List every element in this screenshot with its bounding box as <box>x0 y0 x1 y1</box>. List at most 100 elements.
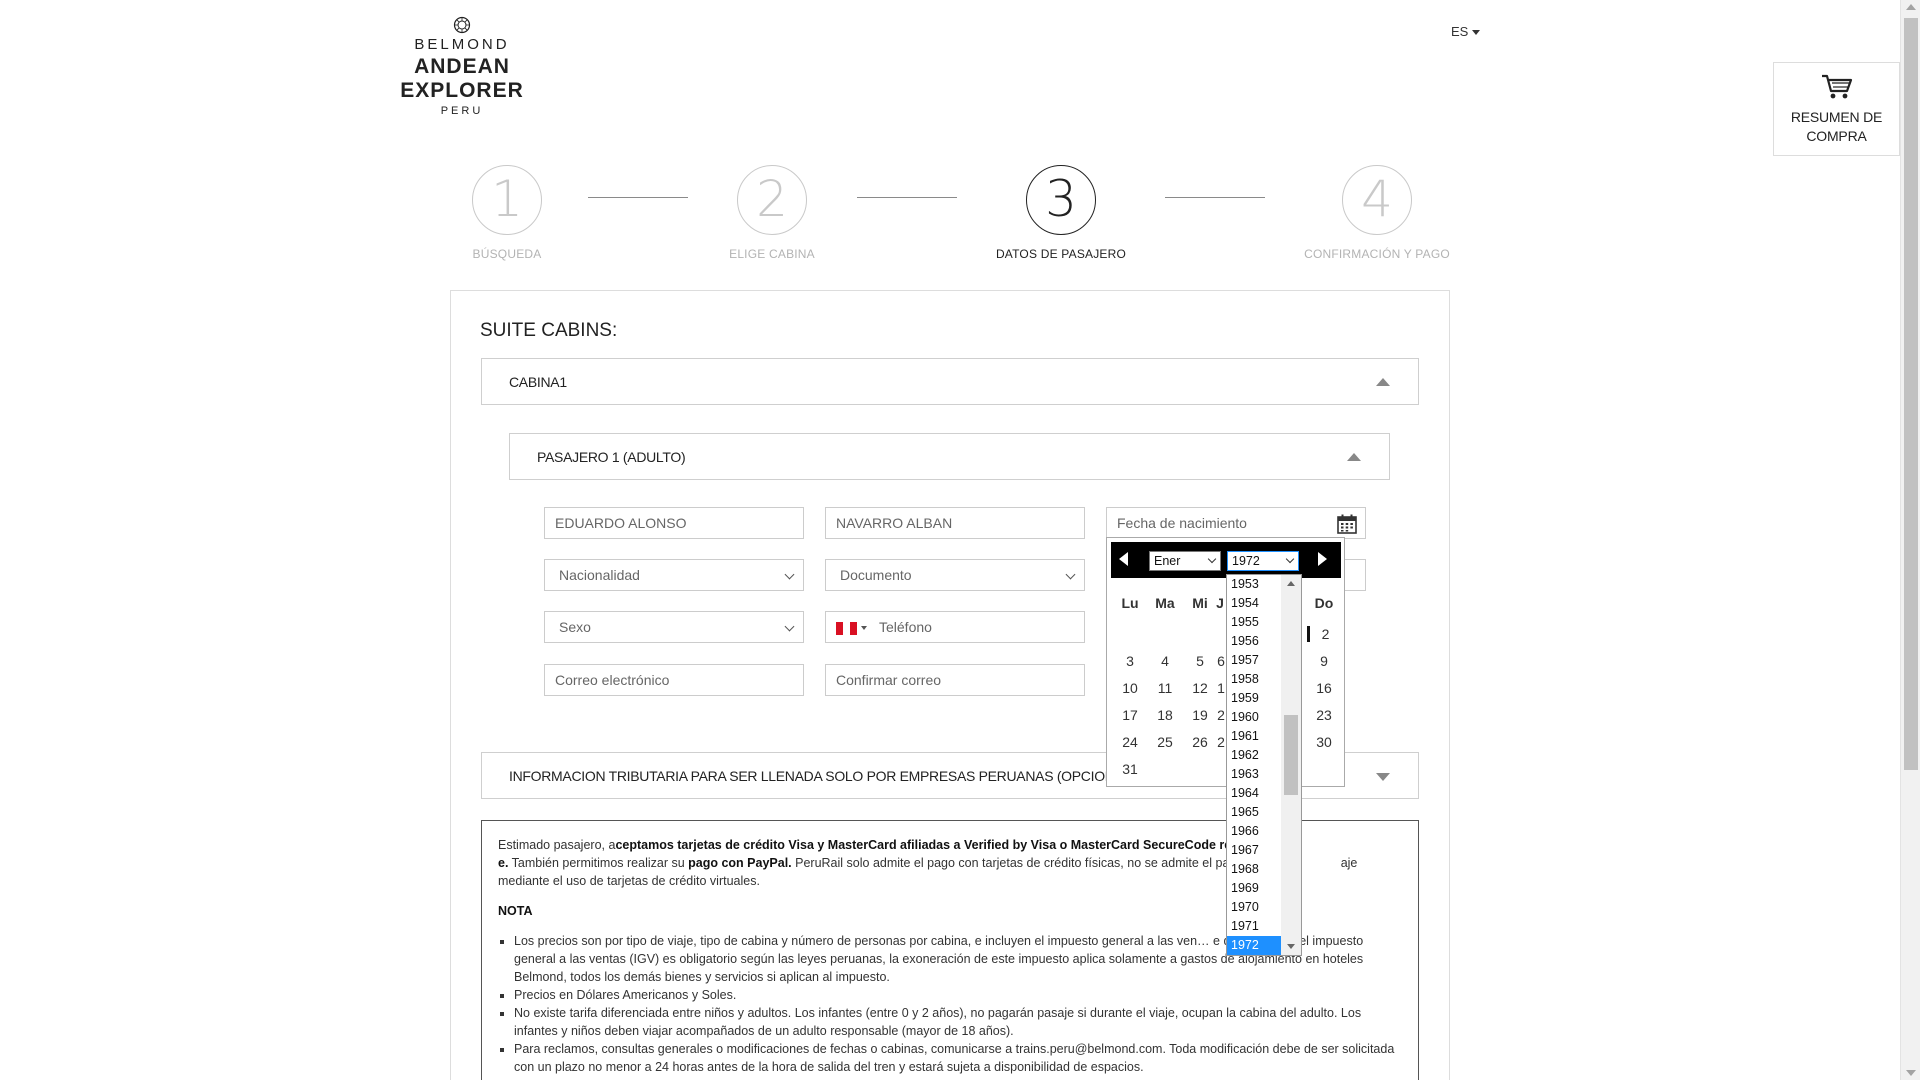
calendar-day[interactable]: 3 <box>1113 653 1147 669</box>
scroll-down-arrow[interactable] <box>1287 944 1295 949</box>
step-label: CONFIRMACIÓN Y PAGO <box>1304 247 1450 261</box>
phone-field[interactable]: Teléfono <box>825 611 1085 643</box>
step-datos-pasajero[interactable]: 3 DATOS DE PASAJERO <box>961 165 1161 261</box>
year-list-scrollbar[interactable] <box>1281 575 1301 955</box>
notice-text: Estimado pasajero, a <box>498 838 616 852</box>
year-option[interactable]: 1960 <box>1227 708 1281 727</box>
prev-month-icon[interactable] <box>1119 552 1128 566</box>
passenger-accordion[interactable]: PASAJERO 1 (ADULTO) <box>509 433 1390 480</box>
next-month-icon[interactable] <box>1318 552 1327 566</box>
nationality-value: Nacionalidad <box>559 567 640 583</box>
year-option[interactable]: 1965 <box>1227 803 1281 822</box>
month-value: Ener <box>1154 554 1181 568</box>
calendar-day[interactable]: 25 <box>1148 734 1182 750</box>
year-option[interactable]: 1972 <box>1227 936 1281 955</box>
email-field[interactable]: Correo electrónico <box>544 664 804 696</box>
year-option[interactable]: 1963 <box>1227 765 1281 784</box>
calendar-icon[interactable] <box>1337 514 1357 534</box>
first-name-value: EDUARDO ALONSO <box>555 515 687 531</box>
year-option[interactable]: 1966 <box>1227 822 1281 841</box>
year-option[interactable]: 1959 <box>1227 689 1281 708</box>
purchase-summary-button[interactable]: RESUMEN DE COMPRA <box>1773 62 1900 156</box>
calendar-day[interactable]: 30 <box>1307 734 1341 750</box>
calendar-day[interactable]: 2 <box>1307 626 1341 642</box>
calendar-day[interactable]: 9 <box>1307 653 1341 669</box>
calendar-day[interactable]: 24 <box>1113 734 1147 750</box>
calendar-day[interactable]: 12 <box>1183 680 1217 696</box>
step-number: 4 <box>1342 165 1412 235</box>
language-label: ES <box>1451 24 1469 39</box>
caret-down-icon[interactable] <box>861 626 867 631</box>
calendar-day[interactable]: 18 <box>1148 707 1182 723</box>
email-placeholder: Correo electrónico <box>555 672 670 688</box>
note-item: No existe tarifa diferenciada entre niño… <box>514 1004 1402 1040</box>
brand-line1: BELMOND <box>414 36 510 53</box>
expand-triangle-icon[interactable] <box>1376 772 1390 781</box>
scroll-up-arrow[interactable] <box>1906 4 1916 10</box>
year-option[interactable]: 1967 <box>1227 841 1281 860</box>
tax-info-title: INFORMACION TRIBUTARIA PARA SER LLENADA … <box>509 767 1136 784</box>
scroll-down-arrow[interactable] <box>1906 1070 1916 1076</box>
notice-bold: pago con PayPal. <box>688 856 792 870</box>
year-option[interactable]: 1971 <box>1227 917 1281 936</box>
year-dropdown-list[interactable]: 1953 1954 1955 1956 1957 1958 1959 1960 1961 1962… <box>1226 574 1302 956</box>
calendar-day[interactable]: 16 <box>1307 680 1341 696</box>
datepicker-header: Ener 1972 <box>1111 542 1341 578</box>
document-select[interactable]: Documento <box>825 559 1085 591</box>
calendar-day[interactable]: 19 <box>1183 707 1217 723</box>
year-option[interactable]: 1953 <box>1227 575 1281 594</box>
calendar-day[interactable]: 17 <box>1113 707 1147 723</box>
year-option[interactable]: 1956 <box>1227 632 1281 651</box>
scroll-up-arrow[interactable] <box>1287 581 1295 586</box>
calendar-day[interactable]: 23 <box>1307 707 1341 723</box>
confirm-email-field[interactable]: Confirmar correo <box>825 664 1085 696</box>
year-option[interactable]: 1958 <box>1227 670 1281 689</box>
nationality-select[interactable]: Nacionalidad <box>544 559 804 591</box>
month-select[interactable]: Ener <box>1149 551 1221 571</box>
year-option[interactable]: 1970 <box>1227 898 1281 917</box>
page-scrollbar[interactable] <box>1900 0 1920 1080</box>
calendar-day[interactable]: 5 <box>1183 653 1217 669</box>
language-selector[interactable]: ES <box>1451 24 1481 39</box>
collapse-triangle-icon[interactable] <box>1347 452 1361 461</box>
first-name-field[interactable]: EDUARDO ALONSO <box>544 507 804 539</box>
year-option[interactable]: 1968 <box>1227 860 1281 879</box>
step-connector <box>1165 197 1265 198</box>
year-option[interactable]: 1957 <box>1227 651 1281 670</box>
year-option[interactable]: 1969 <box>1227 879 1281 898</box>
notice-text: PeruRail solo admite el pago con tarjeta… <box>791 856 1261 870</box>
collapse-triangle-icon[interactable] <box>1376 377 1390 386</box>
calendar-day[interactable]: 10 <box>1113 680 1147 696</box>
peru-flag-icon[interactable] <box>836 621 857 635</box>
calendar-day[interactable]: 11 <box>1148 680 1182 696</box>
year-select[interactable]: 1972 <box>1227 551 1299 571</box>
note-item: Precios en Dólares Americanos y Soles. <box>514 986 1402 1004</box>
year-option[interactable]: 1955 <box>1227 613 1281 632</box>
last-name-field[interactable]: NAVARRO ALBAN <box>825 507 1085 539</box>
step-confirmacion-pago[interactable]: 4 CONFIRMACIÓN Y PAGO <box>1277 165 1477 261</box>
caret-down-icon <box>1472 30 1481 36</box>
year-option[interactable]: 1961 <box>1227 727 1281 746</box>
year-option[interactable]: 1962 <box>1227 746 1281 765</box>
step-label: BÚSQUEDA <box>472 247 542 261</box>
scrollbar-thumb[interactable] <box>1284 715 1298 795</box>
step-busqueda[interactable]: 1 BÚSQUEDA <box>407 165 607 261</box>
year-option[interactable]: 1964 <box>1227 784 1281 803</box>
calendar-day[interactable]: 26 <box>1183 734 1217 750</box>
last-name-value: NAVARRO ALBAN <box>836 515 953 531</box>
cabin-accordion[interactable]: CABINA1 <box>481 358 1419 405</box>
weekday-label: Lu <box>1121 595 1139 611</box>
birthdate-field[interactable]: Fecha de nacimiento <box>1106 507 1366 539</box>
brand-logo[interactable]: BELMOND ANDEAN EXPLORER PERU <box>352 16 572 117</box>
step-elige-cabina[interactable]: 2 ELIGE CABINA <box>672 165 872 261</box>
calendar-day[interactable]: 31 <box>1113 761 1147 777</box>
year-option[interactable]: 1954 <box>1227 594 1281 613</box>
chevron-down-icon <box>1207 554 1217 564</box>
notice-bold: ceptamos tarjetas de crédito Visa y Mast… <box>615 838 1239 852</box>
cart-icon <box>1821 74 1852 99</box>
calendar-day[interactable]: 4 <box>1148 653 1182 669</box>
scrollbar-thumb[interactable] <box>1904 18 1918 770</box>
sex-select[interactable]: Sexo <box>544 611 804 643</box>
chevron-down-icon <box>784 621 795 632</box>
brand-line2: ANDEAN EXPLORER <box>400 55 524 102</box>
